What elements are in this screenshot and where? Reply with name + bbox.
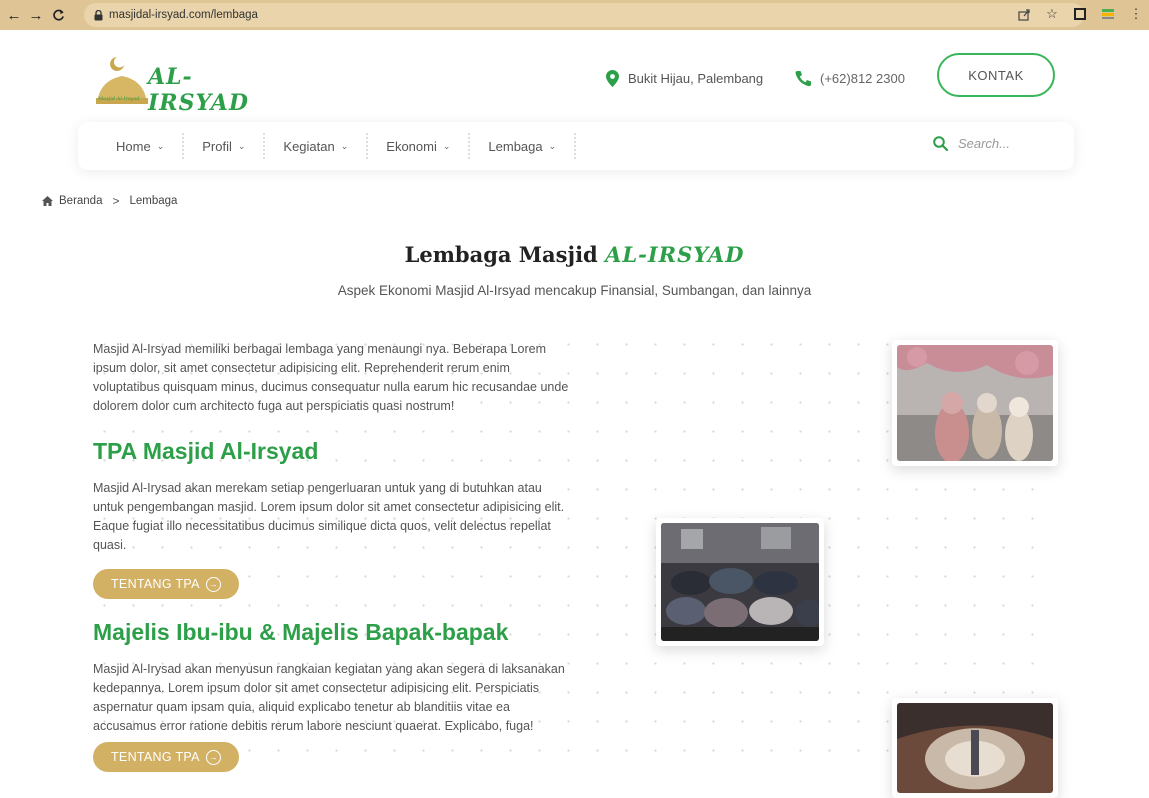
phone-info: (+62)812 2300 <box>794 70 905 87</box>
page-title-accent: AL-IRSYAD <box>605 242 745 267</box>
about-tpa-button[interactable]: TENTANG TPA → <box>93 569 239 599</box>
sidebar-icon[interactable] <box>1071 5 1089 23</box>
photo-image <box>661 523 823 641</box>
search-input[interactable]: Search... <box>958 136 1010 151</box>
button-label: TENTANG TPA <box>111 577 200 591</box>
location-info: Bukit Hijau, Palembang <box>606 70 763 87</box>
menu-icon[interactable]: ⋮ <box>1127 5 1145 23</box>
chevron-right-icon: > <box>112 194 120 208</box>
logo-subtext: Masjid Al-Irsyad <box>98 96 140 102</box>
photo-mosque-ceiling <box>892 698 1058 798</box>
photo-women-under-blossom <box>892 340 1058 466</box>
arrow-right-circle-icon: → <box>205 576 221 592</box>
chevron-down-icon: ⌄ <box>442 140 451 151</box>
nav-item-label: Kegiatan <box>283 138 335 154</box>
back-icon[interactable]: ← <box>4 5 24 25</box>
main-content: Masjid Al-Irsyad memiliki berbagai lemba… <box>93 340 573 772</box>
location-text: Bukit Hijau, Palembang <box>628 71 764 86</box>
section-text-majelis: Masjid Al-Irysad akan menyusun rangkaian… <box>93 662 565 733</box>
map-pin-icon <box>606 70 619 87</box>
photo-image <box>897 345 1053 463</box>
breadcrumb-current: Lembaga <box>129 195 178 207</box>
forward-icon[interactable]: → <box>26 5 46 25</box>
page-title-prefix: Lembaga Masjid <box>404 242 598 267</box>
section-title-majelis: Majelis Ibu-ibu & Majelis Bapak-bapak <box>93 619 509 645</box>
site-logo[interactable]: AL-IRSYAD Masjid Al-Irsyad <box>92 52 262 116</box>
nav-item-home[interactable]: Home ⌄ <box>98 122 182 170</box>
chevron-down-icon: ⌄ <box>156 140 165 151</box>
phone-icon <box>795 71 811 87</box>
reload-icon[interactable] <box>48 5 68 25</box>
photo-congregation-praying <box>656 518 824 646</box>
contact-button[interactable]: KONTAK <box>937 53 1055 97</box>
nav-item-label: Profil <box>202 138 232 154</box>
main-nav: Home ⌄ Profil ⌄ Kegiatan ⌄ Ekonomi ⌄ Lembaga… <box>78 122 1074 170</box>
page-title: Lembaga Masjid AL-IRSYAD <box>0 242 1149 267</box>
site-header: AL-IRSYAD Masjid Al-Irsyad Bukit Hijau, … <box>0 30 1149 120</box>
lock-icon <box>94 9 103 20</box>
section-text-tpa: Masjid Al-Irysad akan merekam setiap pen… <box>93 481 565 552</box>
search-icon <box>933 136 948 151</box>
nav-item-label: Lembaga <box>488 138 543 154</box>
address-bar[interactable]: masjidal-irsyad.com/lembaga <box>84 3 1084 27</box>
about-majelis-button[interactable]: TENTANG TPA → <box>93 742 239 772</box>
intro-paragraph: Masjid Al-Irsyad memiliki berbagai lemba… <box>93 342 569 413</box>
extension-icon[interactable] <box>1099 5 1117 23</box>
nav-divider <box>574 133 577 159</box>
share-icon[interactable] <box>1015 5 1033 23</box>
nav-item-ekonomi[interactable]: Ekonomi ⌄ <box>368 122 468 170</box>
nav-item-kegiatan[interactable]: Kegiatan ⌄ <box>265 122 366 170</box>
chevron-down-icon: ⌄ <box>340 140 349 151</box>
browser-toolbar: ← → masjidal-irsyad.com/lembaga ☆ ⋮ <box>0 0 1149 30</box>
breadcrumb-home[interactable]: Beranda <box>59 195 102 207</box>
nav-item-profil[interactable]: Profil ⌄ <box>184 122 263 170</box>
button-label: TENTANG TPA <box>111 750 200 764</box>
page-subtitle: Aspek Ekonomi Masjid Al-Irsyad mencakup … <box>337 283 812 298</box>
search-box[interactable]: Search... <box>933 136 1010 151</box>
chevron-down-icon: ⌄ <box>237 140 246 151</box>
nav-item-label: Ekonomi <box>386 138 437 154</box>
arrow-right-circle-icon: → <box>205 749 221 765</box>
url-text: masjidal-irsyad.com/lembaga <box>109 9 258 21</box>
home-icon <box>42 196 53 206</box>
chevron-down-icon: ⌄ <box>548 140 557 151</box>
nav-item-lembaga[interactable]: Lembaga ⌄ <box>470 122 574 170</box>
star-icon[interactable]: ☆ <box>1043 5 1061 23</box>
breadcrumb: Beranda > Lembaga <box>42 194 177 208</box>
photo-image <box>897 703 1053 793</box>
nav-item-label: Home <box>116 138 151 154</box>
logo-text: AL-IRSYAD <box>148 64 249 116</box>
section-title-tpa: TPA Masjid Al-Irsyad <box>93 438 319 464</box>
phone-text: (+62)812 2300 <box>820 71 905 86</box>
